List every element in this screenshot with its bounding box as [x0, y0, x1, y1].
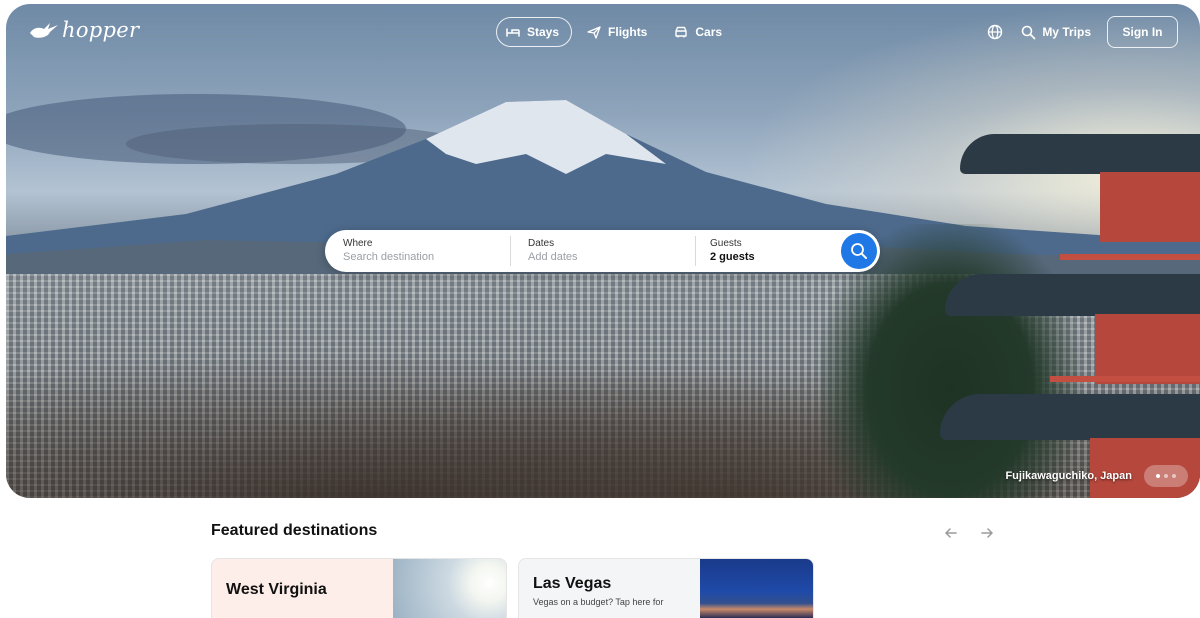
- arrow-right-icon: [981, 528, 993, 538]
- card-title: West Virginia: [226, 581, 327, 598]
- carousel-dot[interactable]: [1172, 474, 1176, 478]
- dates-input[interactable]: Add dates: [528, 251, 695, 263]
- product-tabs: Stays Flights Cars: [496, 17, 734, 47]
- carousel-dot[interactable]: [1156, 474, 1160, 478]
- card-photo: [700, 559, 813, 618]
- prev-button[interactable]: [944, 526, 958, 540]
- card-title: Las Vegas: [533, 575, 612, 592]
- carousel-arrows: [944, 526, 994, 540]
- tab-label: Flights: [608, 25, 648, 39]
- section-title: Featured destinations: [211, 522, 378, 539]
- dates-label: Dates: [528, 238, 555, 249]
- where-input[interactable]: Search destination: [343, 251, 510, 263]
- account-nav: My Trips Sign In: [985, 16, 1178, 48]
- card-info: Las Vegas Vegas on a budget? Tap here fo…: [519, 559, 701, 618]
- hopper-logo[interactable]: hopper: [28, 18, 139, 42]
- tab-stays[interactable]: Stays: [496, 17, 573, 47]
- where-label: Where: [343, 238, 373, 249]
- plane-icon: [587, 26, 601, 39]
- where-field[interactable]: Where Search destination: [325, 230, 510, 272]
- tab-label: Cars: [695, 25, 723, 39]
- car-icon: [675, 26, 688, 38]
- guests-label: Guests: [710, 238, 742, 249]
- my-trips-link[interactable]: My Trips: [1021, 25, 1091, 40]
- search-icon: [851, 243, 867, 259]
- search-icon: [1022, 25, 1036, 39]
- card-photo: [393, 559, 506, 618]
- photo-caption: Fujikawaguchiko, Japan: [1005, 470, 1132, 482]
- card-subtitle: Vegas on a budget? Tap here for: [533, 597, 664, 607]
- globe-icon: [988, 24, 1003, 40]
- search-button[interactable]: [841, 233, 877, 269]
- arrow-left-icon: [945, 528, 957, 538]
- bed-icon: [506, 28, 520, 37]
- guests-field[interactable]: Guests 2 guests: [695, 230, 835, 272]
- dates-field[interactable]: Dates Add dates: [510, 230, 695, 272]
- top-nav: hopper Stays Flights Cars My Trips Sign …: [0, 0, 1200, 64]
- destination-card-west-virginia[interactable]: West Virginia: [211, 558, 507, 618]
- tab-flights[interactable]: Flights: [578, 17, 659, 47]
- guests-value[interactable]: 2 guests: [710, 251, 835, 263]
- search-bar: Where Search destination Dates Add dates…: [325, 230, 880, 272]
- language-button[interactable]: [985, 22, 1005, 42]
- next-button[interactable]: [980, 526, 994, 540]
- card-info: West Virginia: [212, 559, 394, 618]
- tab-label: Stays: [527, 25, 560, 39]
- bunny-icon: [30, 23, 58, 38]
- carousel-dot[interactable]: [1164, 474, 1168, 478]
- pagoda: [940, 104, 1200, 498]
- destination-card-las-vegas[interactable]: Las Vegas Vegas on a budget? Tap here fo…: [518, 558, 814, 618]
- tab-cars[interactable]: Cars: [665, 17, 734, 47]
- sign-in-button[interactable]: Sign In: [1107, 16, 1178, 48]
- my-trips-label: My Trips: [1042, 25, 1091, 39]
- carousel-dots[interactable]: [1144, 465, 1188, 487]
- brand-name: hopper: [62, 18, 140, 42]
